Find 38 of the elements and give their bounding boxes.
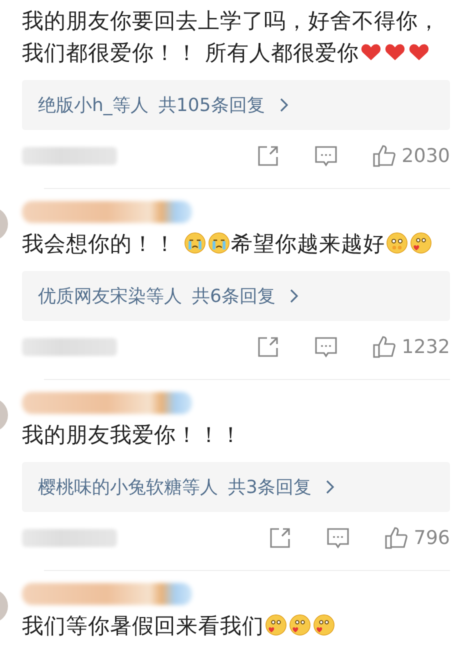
share-icon <box>256 335 280 359</box>
thumbs-up-icon <box>372 144 396 168</box>
comment-button[interactable] <box>326 526 350 550</box>
replies-link[interactable]: 优质网友宋染等人 共6条回复 <box>22 271 450 321</box>
comment-text: 我的朋友我爱你！！！ <box>22 422 243 450</box>
comment-button[interactable] <box>314 335 338 359</box>
share-icon <box>256 144 280 168</box>
like-button[interactable]: 796 <box>384 526 450 550</box>
chevron-right-icon <box>278 97 289 113</box>
comment-text: 我会想你的！！ 希望你越来越好 <box>22 229 450 261</box>
chevron-right-icon <box>325 479 336 495</box>
shy-face-icon <box>386 232 408 254</box>
share-button[interactable] <box>256 335 280 359</box>
thumbs-up-icon <box>372 335 396 359</box>
comment-icon <box>326 526 350 550</box>
kissing-face-icon <box>265 614 287 636</box>
replies-link[interactable]: 樱桃味的小兔软糖等人 共3条回复 <box>22 462 450 512</box>
replies-link[interactable]: 绝版小h_等人 共105条回复 <box>22 80 450 130</box>
crying-face-icon <box>208 232 230 254</box>
like-button[interactable]: 2030 <box>372 144 450 168</box>
crying-face-icon <box>184 232 206 254</box>
comment-icon <box>314 335 338 359</box>
thumbs-up-icon <box>384 526 408 550</box>
share-icon <box>268 526 292 550</box>
heart-icon <box>360 41 382 63</box>
kissing-face-icon <box>289 614 311 636</box>
heart-icon <box>384 41 406 63</box>
share-button[interactable] <box>268 526 292 550</box>
heart-icon <box>408 41 430 63</box>
share-button[interactable] <box>256 144 280 168</box>
kissing-face-icon <box>313 614 335 636</box>
kissing-face-icon <box>410 232 432 254</box>
like-button[interactable]: 1232 <box>372 335 450 359</box>
comment-text: 我的朋友你要回去上学了吗，好舍不得你，我们都很爱你！！ 所有人都很爱你 <box>22 8 441 68</box>
comment-button[interactable] <box>314 144 338 168</box>
comment-icon <box>314 144 338 168</box>
chevron-right-icon <box>289 288 300 304</box>
comment-text: 我们等你暑假回来看我们 <box>22 611 450 643</box>
